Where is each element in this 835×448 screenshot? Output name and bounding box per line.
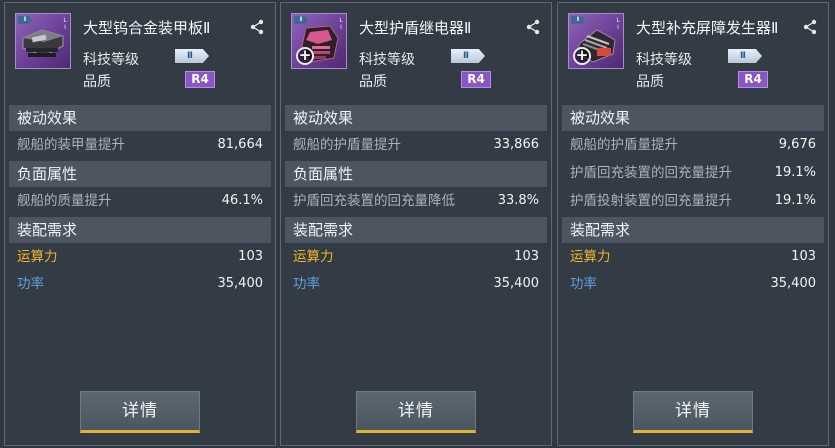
details-button[interactable]: 详情 [356,391,476,433]
share-icon[interactable] [525,19,541,35]
module-name: 大型钨合金装甲板Ⅱ [83,19,211,37]
quality-badge: R4 [461,71,491,88]
negative-attributes-header: 负面属性 [9,161,271,187]
requirement-power-row: 功率 35,400 [293,273,539,295]
stat-value: 33,866 [493,137,540,152]
tier-badge: Ⅱ [294,16,308,24]
module-card-barrier-generator: Ⅱ LI + 大型补充屏障发生器Ⅱ 科技等级 Ⅱ 品质 R4 被动效果 舰船的护… [557,2,829,446]
stat-label: 护盾投射装置的回充量提升 [570,193,732,209]
add-icon[interactable]: + [573,47,591,65]
quality-label: 品质 [83,74,111,90]
requirements-header: 装配需求 [9,217,271,243]
requirement-compute-row: 运算力 103 [17,246,263,268]
stat-value: 19.1% [774,193,816,208]
stat-label: 舰船的装甲量提升 [17,137,125,153]
tech-level-badge: Ⅱ [175,49,209,63]
tech-level-label: 科技等级 [636,52,692,68]
share-icon[interactable] [249,19,265,35]
share-icon[interactable] [802,19,818,35]
passive-effects-header: 被动效果 [285,105,547,131]
negative-attributes-header: 负面属性 [285,161,547,187]
module-name: 大型护盾继电器Ⅱ [359,19,472,37]
compute-value: 103 [238,249,263,264]
stat-row: 护盾投射装置的回充量提升 19.1% [570,190,816,212]
power-value: 35,400 [770,276,817,291]
compute-label: 运算力 [570,249,611,265]
power-value: 35,400 [217,276,264,291]
stat-row: 护盾回充装置的回充量降低 33.8% [293,190,539,212]
compute-label: 运算力 [293,249,334,265]
quality-label: 品质 [636,74,664,90]
stat-value: 33.8% [497,193,539,208]
stat-label: 舰船的护盾量提升 [293,137,401,153]
module-thumbnail[interactable]: Ⅱ LI + [568,13,624,69]
stat-label: 护盾回充装置的回充量降低 [293,193,455,209]
stat-label: 舰船的护盾量提升 [570,137,678,153]
stat-row: 舰船的护盾量提升 9,676 [570,134,816,156]
stat-value: 46.1% [221,193,263,208]
compute-label: 运算力 [17,249,58,265]
stat-row: 护盾回充装置的回充量提升 19.1% [570,162,816,184]
power-label: 功率 [570,276,597,292]
tier-badge: Ⅱ [18,16,32,24]
compute-value: 103 [791,249,816,264]
requirement-compute-row: 运算力 103 [293,246,539,268]
details-button[interactable]: 详情 [633,391,753,433]
add-icon[interactable]: + [296,47,314,65]
tech-level-badge: Ⅱ [451,49,485,63]
module-card-shield-relay: Ⅱ LI + 大型护盾继电器Ⅱ 科技等级 Ⅱ 品质 R4 被动效果 舰船的护盾量… [280,2,552,446]
module-card-armor: Ⅱ LI 大型钨合金装甲板Ⅱ 科技等级 Ⅱ 品质 R4 被动效果 舰船的装甲量提… [4,2,276,446]
module-name: 大型补充屏障发生器Ⅱ [636,19,779,37]
module-cards: Ⅱ LI 大型钨合金装甲板Ⅱ 科技等级 Ⅱ 品质 R4 被动效果 舰船的装甲量提… [0,0,835,448]
power-label: 功率 [293,276,320,292]
compute-value: 103 [514,249,539,264]
tier-badge: Ⅱ [571,16,585,24]
details-button[interactable]: 详情 [80,391,200,433]
tech-level-label: 科技等级 [83,52,139,68]
armor-plate-icon [22,29,64,57]
passive-effects-header: 被动效果 [562,105,824,131]
tech-level-label: 科技等级 [359,52,415,68]
stat-row: 舰船的装甲量提升 81,664 [17,134,263,156]
power-value: 35,400 [493,276,540,291]
stat-value: 19.1% [774,165,816,180]
module-thumbnail[interactable]: Ⅱ LI + [291,13,347,69]
quality-badge: R4 [738,71,768,88]
stat-row: 舰船的护盾量提升 33,866 [293,134,539,156]
stat-label: 护盾回充装置的回充量提升 [570,165,732,181]
stat-row: 舰船的质量提升 46.1% [17,190,263,212]
requirement-compute-row: 运算力 103 [570,246,816,268]
power-label: 功率 [17,276,44,292]
module-thumbnail[interactable]: Ⅱ LI [15,13,71,69]
stat-value: 81,664 [217,137,264,152]
requirement-power-row: 功率 35,400 [17,273,263,295]
quality-badge: R4 [185,71,215,88]
stat-label: 舰船的质量提升 [17,193,112,209]
stat-value: 9,676 [778,137,816,152]
tech-level-badge: Ⅱ [728,49,762,63]
requirements-header: 装配需求 [562,217,824,243]
requirements-header: 装配需求 [285,217,547,243]
quality-label: 品质 [359,74,387,90]
requirement-power-row: 功率 35,400 [570,273,816,295]
passive-effects-header: 被动效果 [9,105,271,131]
